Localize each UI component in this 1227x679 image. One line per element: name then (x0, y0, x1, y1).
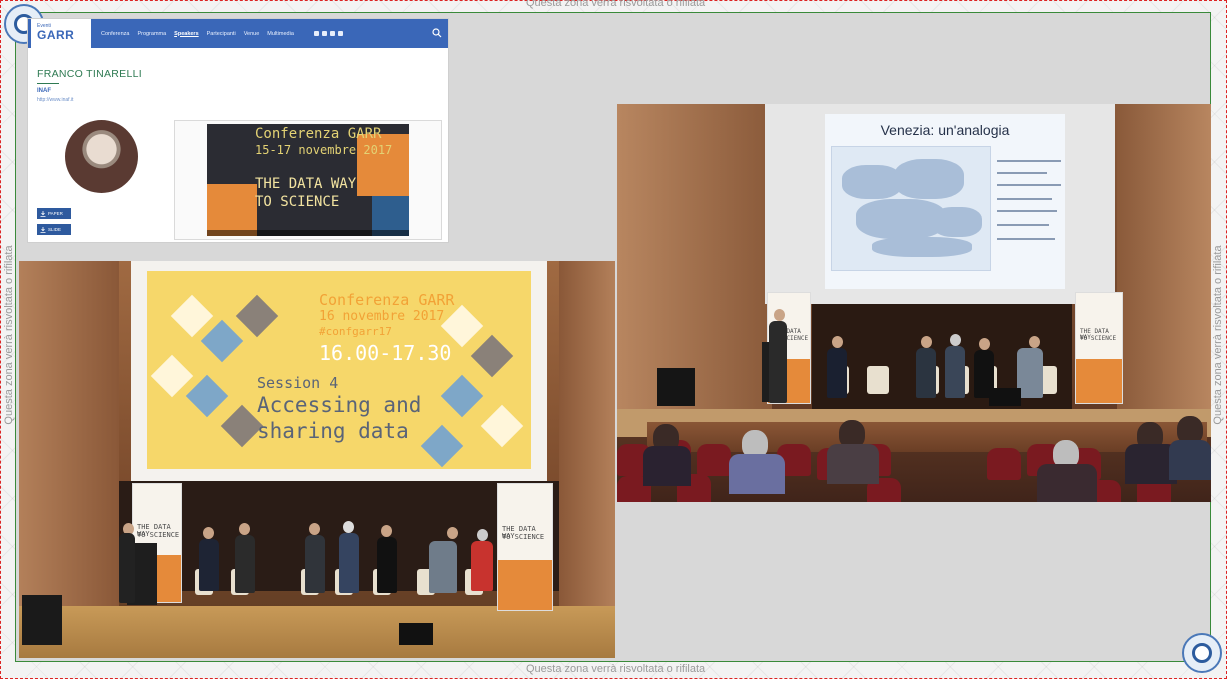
avatar (65, 120, 138, 193)
bleed-note-left: Questa zona verrà risvoltata o rifilata (3, 245, 15, 425)
social-links (313, 31, 346, 36)
nav-item-conferenza[interactable]: Conferenza (101, 31, 129, 37)
bleed-note-right: Questa zona verrà risvoltata o rifilata (1212, 245, 1224, 425)
slide-date: 16 novembre 2017 (319, 309, 445, 324)
nav-menu: Conferenza Programma Speakers Partecipan… (101, 31, 302, 37)
slide-conference: Conferenza GARR (319, 291, 455, 309)
logo-title: GARR (37, 28, 75, 43)
stage-monitor (399, 623, 433, 645)
site-navbar: Eventi GARR Conferenza Programma Speaker… (28, 19, 448, 48)
banner-text: TO SCIENCE (137, 531, 180, 539)
speaker-affiliation[interactable]: INAF (37, 88, 51, 94)
garr-logo[interactable]: Eventi GARR (31, 19, 91, 48)
speaker-monitor (22, 595, 62, 645)
divider (37, 83, 59, 84)
venice-map (831, 146, 991, 271)
facebook-icon[interactable] (329, 31, 335, 36)
speaker-url[interactable]: http://www.inaf.it (37, 97, 73, 103)
papers-download-button[interactable]: PAPER (37, 208, 71, 219)
slide-title: Venezia: un'analogia (880, 122, 1010, 138)
venezia-talk-photo: Venezia: un'analogia THE DATA WAY TO SCI… (617, 104, 1211, 502)
download-icon (40, 210, 46, 217)
nav-item-programma[interactable]: Programma (137, 31, 166, 37)
speaker-page-screenshot: Eventi GARR Conferenza Programma Speaker… (27, 18, 449, 243)
nav-item-speakers[interactable]: Speakers (174, 31, 198, 37)
papers-button-label: PAPER (48, 211, 63, 216)
linkedin-icon[interactable] (337, 31, 343, 36)
slide-session: Session 4 (257, 374, 339, 392)
download-icon (40, 226, 46, 233)
event-banner-right: THE DATA WAY TO SCIENCE (1075, 292, 1123, 404)
speaker-monitor (657, 368, 695, 406)
video-tagline-2: TO SCIENCE (255, 194, 340, 210)
panel-session-photo: Conferenza GARR 16 novembre 2017 #confga… (19, 261, 615, 658)
speaker-name: FRANCO TINARELLI (37, 68, 142, 80)
video-player[interactable]: Conferenza GARR 15-17 novembre 2017 THE … (174, 120, 442, 240)
video-tagline-1: THE DATA WAY (255, 176, 357, 192)
gear-icon[interactable] (1182, 633, 1222, 673)
slide-title-1: Accessing and (257, 393, 422, 417)
slide-title-2: sharing data (257, 419, 409, 443)
banner-text: TO SCIENCE (1080, 335, 1117, 342)
slide-button-label: SLIDE (48, 227, 62, 232)
presentation-slide: Venezia: un'analogia (825, 114, 1065, 289)
video-controls[interactable] (207, 230, 409, 236)
video-title-line: Conferenza GARR (255, 126, 382, 142)
twitter-icon[interactable] (313, 31, 319, 36)
bleed-note-bottom: Questa zona verrà risvoltata o rifilata (526, 663, 706, 675)
nav-item-partecipanti[interactable]: Partecipanti (207, 31, 236, 37)
bleed-note-top: Questa zona verrà risvoltata o rifilata (526, 0, 706, 9)
event-banner-right: THE DATA WAY TO SCIENCE (497, 483, 553, 611)
banner-text: TO SCIENCE (502, 533, 545, 541)
stage-floor (19, 606, 615, 658)
slide-download-button[interactable]: SLIDE (37, 224, 71, 235)
stage-monitor (989, 388, 1021, 406)
slide-hashtag: #confgarr17 (319, 325, 392, 338)
nav-item-venue[interactable]: Venue (244, 31, 260, 37)
slide-time: 16.00-17.30 (319, 341, 452, 365)
youtube-icon[interactable] (321, 31, 327, 36)
nav-item-multimedia[interactable]: Multimedia (267, 31, 294, 37)
session-slide: Conferenza GARR 16 novembre 2017 #confga… (147, 271, 531, 469)
search-icon[interactable] (432, 28, 442, 38)
video-date-line: 15-17 novembre 2017 (255, 143, 393, 157)
video-thumbnail[interactable]: Conferenza GARR 15-17 novembre 2017 THE … (207, 124, 409, 236)
